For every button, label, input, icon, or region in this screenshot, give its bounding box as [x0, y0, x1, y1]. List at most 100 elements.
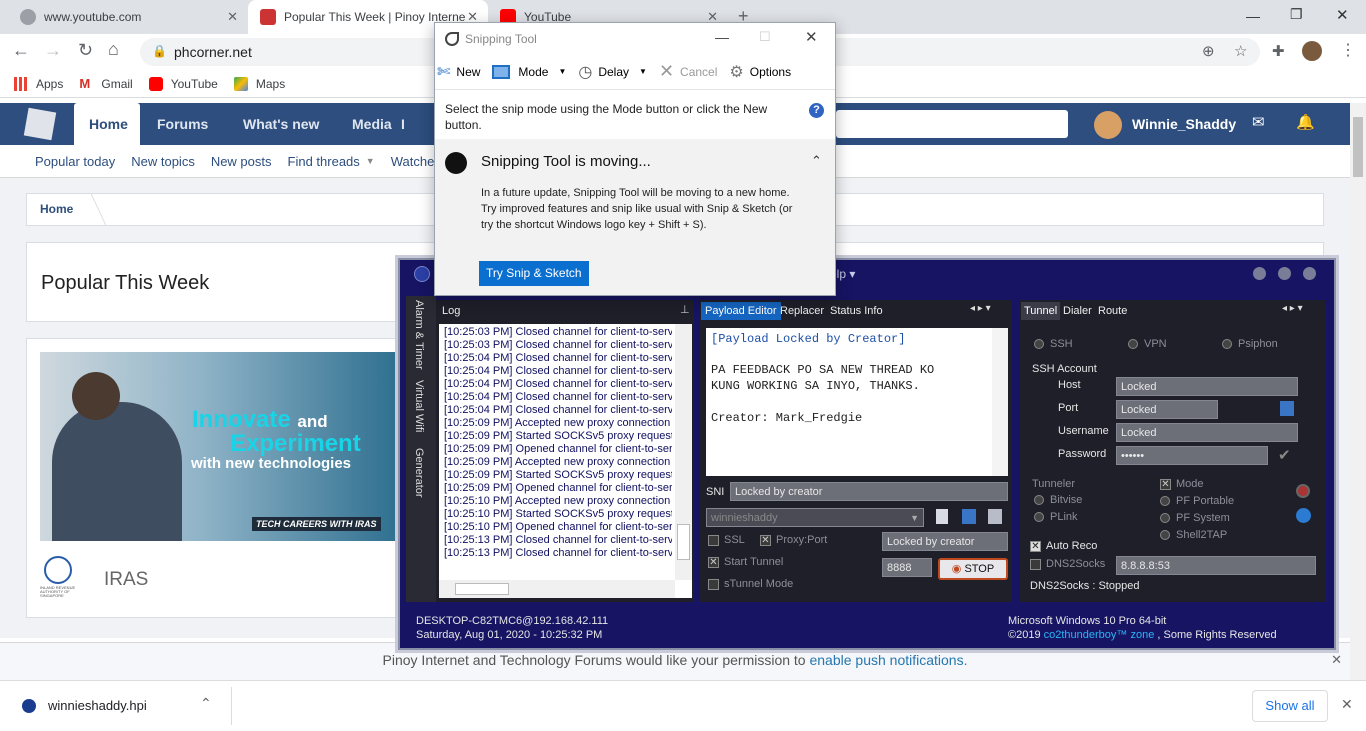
- tab-youtube-com[interactable]: www.youtube.com ✕: [8, 0, 248, 34]
- mode-shell2tap[interactable]: Shell2TAP: [1160, 529, 1227, 541]
- nav-forums[interactable]: Forums: [157, 116, 208, 132]
- mode-button[interactable]: Mode ▼: [492, 64, 566, 79]
- show-all-button[interactable]: Show all: [1252, 690, 1328, 722]
- subnav-find-threads[interactable]: Find threads: [288, 154, 360, 169]
- password-input[interactable]: ••••••: [1116, 446, 1268, 465]
- inbox-icon[interactable]: ✉: [1252, 113, 1265, 131]
- payload-editor[interactable]: [Payload Locked by Creator] PA FEEDBACK …: [706, 328, 1008, 476]
- mode-vpn[interactable]: VPN: [1128, 338, 1167, 350]
- minimize-button[interactable]: —: [715, 29, 729, 45]
- close-icon[interactable]: ✕: [1341, 696, 1353, 713]
- close-button[interactable]: [1303, 267, 1316, 280]
- chevron-down-icon[interactable]: ▼: [366, 156, 375, 166]
- subnav-new-topics[interactable]: New topics: [131, 154, 195, 169]
- reload-icon[interactable]: ↻: [78, 40, 93, 61]
- log-scrollbar[interactable]: [675, 324, 692, 580]
- bookmark-maps[interactable]: Maps: [233, 76, 285, 91]
- tab-dialer[interactable]: Dialer: [1063, 305, 1092, 317]
- close-tab-icon[interactable]: ✕: [227, 9, 238, 25]
- bookmark-gmail[interactable]: M Gmail: [79, 76, 132, 91]
- star-icon[interactable]: ☆: [1234, 42, 1247, 60]
- try-snip-sketch-button[interactable]: Try Snip & Sketch: [479, 261, 589, 286]
- tab-replacer[interactable]: Replacer: [780, 305, 824, 317]
- back-arrow-icon[interactable]: ←: [12, 40, 30, 61]
- subnav-new-posts[interactable]: New posts: [211, 154, 272, 169]
- enable-push-link[interactable]: enable push notifications.: [809, 652, 967, 668]
- mode-pf-portable[interactable]: PF Portable: [1160, 495, 1234, 507]
- file-open-icon[interactable]: [936, 509, 948, 524]
- bookmark-apps[interactable]: Apps: [14, 76, 63, 91]
- checkmark-icon[interactable]: ✔: [1278, 446, 1291, 464]
- tunneler-plink[interactable]: PLink: [1034, 511, 1078, 523]
- mode-psiphon[interactable]: Psiphon: [1222, 338, 1278, 350]
- tab-virtual-wifi[interactable]: Virtual Wifi: [413, 380, 425, 432]
- profile-avatar[interactable]: [1302, 41, 1322, 61]
- options-button[interactable]: ⚙ Options: [729, 62, 791, 82]
- proxy-port-checkbox[interactable]: ✕ Proxy:Port: [760, 534, 827, 546]
- tab-status-info[interactable]: Status Info: [830, 305, 883, 317]
- close-window-button[interactable]: ✕: [1336, 6, 1349, 24]
- username-input[interactable]: Locked: [1116, 423, 1298, 442]
- tab-generator[interactable]: Generator: [413, 448, 425, 498]
- zoom-icon[interactable]: ⊕: [1202, 42, 1215, 60]
- forward-arrow-icon[interactable]: →: [44, 40, 62, 61]
- save-icon[interactable]: [1280, 401, 1294, 416]
- maximize-button[interactable]: ☐: [759, 29, 771, 45]
- stop-button[interactable]: ◉ STOP: [938, 558, 1008, 580]
- log-list[interactable]: [10:25:03 PM] Closed channel for client-…: [439, 324, 692, 598]
- chevron-up-icon[interactable]: ⌃: [811, 153, 822, 169]
- tab-alarm-timer[interactable]: Alarm & Timer: [413, 300, 425, 370]
- profile-select[interactable]: winnieshaddy ▼: [706, 508, 924, 527]
- nav-whats-new[interactable]: What's new: [243, 116, 319, 132]
- cancel-button[interactable]: ✕ Cancel: [659, 61, 717, 82]
- scroll-thumb[interactable]: [1353, 117, 1363, 177]
- proxy-input[interactable]: Locked by creator: [882, 532, 1008, 551]
- mode-pf-system[interactable]: PF System: [1160, 512, 1230, 524]
- log-hscrollbar[interactable]: [439, 580, 675, 598]
- nav-media[interactable]: Media: [352, 116, 392, 132]
- tab-payload-editor[interactable]: Payload Editor: [701, 302, 781, 320]
- new-snip-button[interactable]: ✄ New: [437, 62, 480, 82]
- mode-ssh[interactable]: SSH: [1034, 338, 1073, 350]
- pin-icon[interactable]: ⊥: [680, 303, 690, 316]
- power-icon[interactable]: [1296, 484, 1310, 498]
- site-search-input[interactable]: [836, 110, 1068, 138]
- home-icon[interactable]: ⌂: [108, 39, 119, 60]
- port-field[interactable]: Locked: [1116, 400, 1218, 419]
- nav-more[interactable]: I: [401, 116, 405, 132]
- subnav-popular-today[interactable]: Popular today: [35, 154, 115, 169]
- maximize-button[interactable]: [1278, 267, 1291, 280]
- sni-input[interactable]: Locked by creator: [730, 482, 1008, 501]
- tab-scroll-arrows[interactable]: ◂ ▸ ▾: [970, 303, 991, 314]
- close-button[interactable]: ✕: [805, 28, 818, 46]
- minimize-window-button[interactable]: —: [1246, 8, 1260, 24]
- restore-window-button[interactable]: ❐: [1290, 6, 1303, 23]
- help-icon[interactable]: ?: [809, 103, 824, 118]
- minimize-button[interactable]: [1253, 267, 1266, 280]
- delay-button[interactable]: ◷ Delay ▼: [578, 62, 647, 82]
- bell-icon[interactable]: 🔔: [1296, 113, 1315, 131]
- ssl-checkbox[interactable]: SSL: [708, 534, 745, 546]
- payload-scrollbar[interactable]: [992, 328, 1008, 476]
- chevron-up-icon[interactable]: ⌃: [200, 695, 212, 712]
- mode-checkbox[interactable]: ✕ Mode: [1160, 478, 1204, 490]
- download-filename[interactable]: winnieshaddy.hpi: [48, 698, 147, 713]
- page-scrollbar[interactable]: [1350, 103, 1366, 680]
- dns-input[interactable]: 8.8.8.8:53: [1116, 556, 1316, 575]
- copyright-link[interactable]: co2thunderboy™ zone: [1044, 629, 1155, 641]
- tab-scroll-arrows[interactable]: ◂ ▸ ▾: [1282, 303, 1303, 314]
- port-input[interactable]: 8888: [882, 558, 932, 577]
- tab-tunnel[interactable]: Tunnel: [1021, 302, 1061, 320]
- auto-reco-checkbox[interactable]: ✕ Auto Reco: [1030, 540, 1097, 552]
- menu-dots-icon[interactable]: ⋮: [1340, 40, 1356, 60]
- site-logo[interactable]: [23, 107, 57, 141]
- user-avatar[interactable]: [1094, 111, 1122, 139]
- username-link[interactable]: Winnie_Shaddy: [1132, 116, 1236, 132]
- tab-route[interactable]: Route: [1098, 305, 1127, 317]
- dns2socks-checkbox[interactable]: DNS2Socks: [1030, 558, 1105, 570]
- delete-icon[interactable]: [988, 509, 1002, 524]
- bookmark-youtube[interactable]: YouTube: [148, 76, 218, 91]
- extensions-icon[interactable]: ✚: [1272, 42, 1285, 60]
- save-icon[interactable]: [962, 509, 976, 524]
- tunneler-bitvise[interactable]: Bitvise: [1034, 494, 1082, 506]
